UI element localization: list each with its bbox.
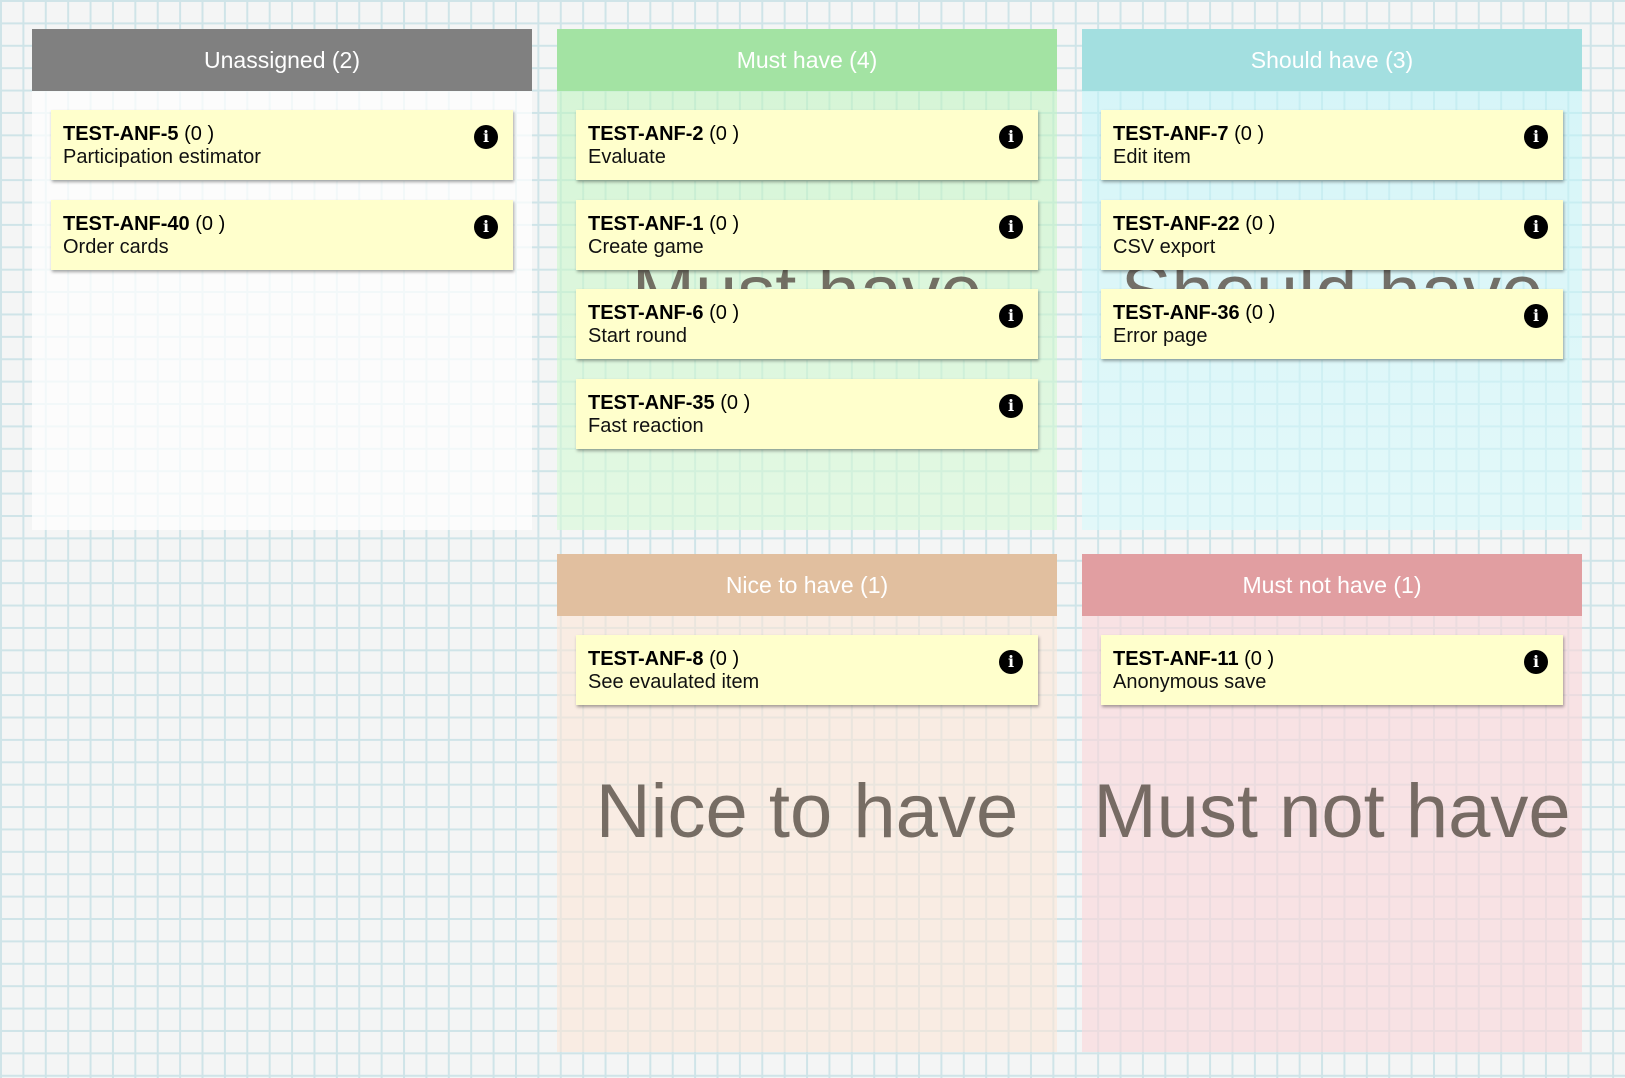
column-header-nice-to-have: Nice to have (1) (557, 554, 1057, 616)
card-estimate: (0 ) (709, 302, 740, 324)
card-key: TEST-ANF-7 (1113, 123, 1229, 145)
card-key: TEST-ANF-6 (588, 302, 704, 324)
story-card[interactable]: TEST-ANF-5 (0 ) Participation estimator … (51, 110, 513, 180)
column-must-not-have[interactable]: Must not have (1) Must not have TEST-ANF… (1082, 554, 1582, 1052)
card-key: TEST-ANF-5 (63, 123, 179, 145)
info-icon[interactable]: i (474, 125, 498, 149)
info-icon[interactable]: i (999, 394, 1023, 418)
column-header-must-have: Must have (4) (557, 29, 1057, 91)
column-header-should-have: Should have (3) (1082, 29, 1582, 91)
card-estimate: (0 ) (720, 392, 751, 414)
story-card[interactable]: TEST-ANF-6 (0 ) Start round i (576, 289, 1038, 359)
info-icon[interactable]: i (1524, 125, 1548, 149)
info-icon[interactable]: i (1524, 215, 1548, 239)
info-icon[interactable]: i (999, 650, 1023, 674)
card-title: Order cards (63, 236, 169, 258)
card-estimate: (0 ) (195, 213, 226, 235)
card-key: TEST-ANF-36 (1113, 302, 1240, 324)
info-icon[interactable]: i (999, 125, 1023, 149)
card-key: TEST-ANF-35 (588, 392, 715, 414)
column-body-must-not-have[interactable]: Must not have TEST-ANF-11 (0 ) Anonymous… (1082, 616, 1582, 1052)
card-title: Start round (588, 325, 687, 347)
column-should-have[interactable]: Should have (3) Should have TEST-ANF-7 (… (1082, 29, 1582, 530)
card-key: TEST-ANF-22 (1113, 213, 1240, 235)
story-card[interactable]: TEST-ANF-35 (0 ) Fast reaction i (576, 379, 1038, 449)
story-card[interactable]: TEST-ANF-1 (0 ) Create game i (576, 200, 1038, 270)
card-title: Evaluate (588, 146, 666, 168)
info-icon[interactable]: i (999, 215, 1023, 239)
card-title: Create game (588, 236, 704, 258)
card-estimate: (0 ) (709, 213, 740, 235)
card-title: Participation estimator (63, 146, 261, 168)
info-icon[interactable]: i (1524, 304, 1548, 328)
moscow-board: Unassigned (2) TEST-ANF-5 (0 ) Participa… (0, 0, 1625, 1078)
column-unassigned[interactable]: Unassigned (2) TEST-ANF-5 (0 ) Participa… (32, 29, 532, 530)
card-title: Fast reaction (588, 415, 704, 437)
column-header-must-not-have: Must not have (1) (1082, 554, 1582, 616)
card-key: TEST-ANF-40 (63, 213, 190, 235)
card-key: TEST-ANF-2 (588, 123, 704, 145)
card-title: Edit item (1113, 146, 1191, 168)
story-card[interactable]: TEST-ANF-36 (0 ) Error page i (1101, 289, 1563, 359)
info-icon[interactable]: i (1524, 650, 1548, 674)
card-estimate: (0 ) (1244, 648, 1275, 670)
column-body-unassigned[interactable]: TEST-ANF-5 (0 ) Participation estimator … (32, 91, 532, 530)
card-key: TEST-ANF-1 (588, 213, 704, 235)
column-watermark: Must not have (1093, 769, 1571, 854)
card-title: CSV export (1113, 236, 1216, 258)
info-icon[interactable]: i (999, 304, 1023, 328)
column-body-nice-to-have[interactable]: Nice to have TEST-ANF-8 (0 ) See evaulat… (557, 616, 1057, 1052)
card-estimate: (0 ) (1245, 213, 1276, 235)
column-must-have[interactable]: Must have (4) Must have TEST-ANF-2 (0 ) … (557, 29, 1057, 530)
story-card[interactable]: TEST-ANF-22 (0 ) CSV export i (1101, 200, 1563, 270)
card-estimate: (0 ) (1234, 123, 1265, 145)
card-estimate: (0 ) (1245, 302, 1276, 324)
column-body-should-have[interactable]: Should have TEST-ANF-7 (0 ) Edit item i … (1082, 91, 1582, 530)
story-card[interactable]: TEST-ANF-2 (0 ) Evaluate i (576, 110, 1038, 180)
column-body-must-have[interactable]: Must have TEST-ANF-2 (0 ) Evaluate i TES… (557, 91, 1057, 530)
story-card[interactable]: TEST-ANF-40 (0 ) Order cards i (51, 200, 513, 270)
story-card[interactable]: TEST-ANF-7 (0 ) Edit item i (1101, 110, 1563, 180)
column-header-unassigned: Unassigned (2) (32, 29, 532, 91)
card-title: Error page (1113, 325, 1208, 347)
card-estimate: (0 ) (184, 123, 215, 145)
story-card[interactable]: TEST-ANF-8 (0 ) See evaulated item i (576, 635, 1038, 705)
card-estimate: (0 ) (709, 123, 740, 145)
card-estimate: (0 ) (709, 648, 740, 670)
story-card[interactable]: TEST-ANF-11 (0 ) Anonymous save i (1101, 635, 1563, 705)
card-key: TEST-ANF-11 (1113, 648, 1239, 670)
card-title: See evaulated item (588, 671, 760, 693)
card-key: TEST-ANF-8 (588, 648, 704, 670)
card-title: Anonymous save (1113, 671, 1267, 693)
info-icon[interactable]: i (474, 215, 498, 239)
column-watermark: Nice to have (595, 769, 1019, 854)
column-nice-to-have[interactable]: Nice to have (1) Nice to have TEST-ANF-8… (557, 554, 1057, 1052)
